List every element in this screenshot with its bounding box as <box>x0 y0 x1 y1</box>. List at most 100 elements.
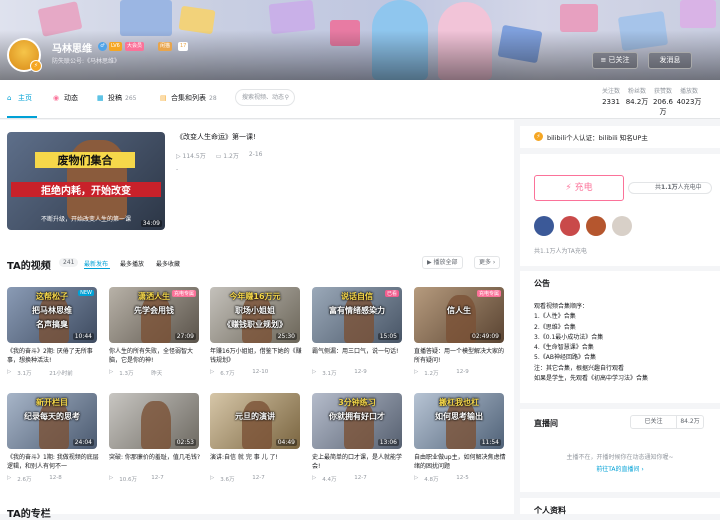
thumb-caption: 名声搞臭 <box>36 320 68 329</box>
video-thumbnail[interactable]: 新开栏目 纪录每天的思考 24:04 <box>7 393 97 449</box>
video-duration: 34:09 <box>140 220 162 227</box>
video-duration: 15:05 <box>377 333 399 340</box>
play-icon: ▷ <box>7 475 12 481</box>
sort-most-favorited[interactable]: 最多收藏 <box>156 259 180 268</box>
user-avatar[interactable]: ⚡ <box>7 38 42 72</box>
tab-uploads[interactable]: ▦ 投稿 265 <box>97 93 136 103</box>
more-videos-button[interactable]: 更多 › <box>474 256 501 269</box>
sort-latest[interactable]: 最新发布 <box>84 259 108 268</box>
featured-video-desc: - <box>176 166 179 173</box>
notice-line: 4.《生命智慧课》合集 <box>534 344 594 352</box>
video-title[interactable]: 《我的奋斗》2期: 厌倦了无所事事，想换种活法! <box>7 347 99 365</box>
thumb-caption: 如何思考输出 <box>435 412 483 421</box>
presenter-figure <box>344 295 374 343</box>
video-date: 12-5 <box>456 475 469 481</box>
play-icon: ▷ <box>312 369 317 375</box>
collection-icon: ▤ <box>160 94 167 102</box>
live-follow-button[interactable]: 已关注 84.2万 <box>630 415 704 429</box>
tab-collections[interactable]: ▤ 合集和列表 28 <box>160 93 217 103</box>
video-tag: 充电专属 <box>476 290 501 297</box>
video-meta: ▷ 3.1万 12-9 <box>312 369 404 377</box>
video-views: 3.1万 <box>322 371 337 377</box>
charger-avatars <box>534 216 632 236</box>
video-title[interactable]: 演讲:自信 就 完 事 儿 了! <box>210 453 302 471</box>
tab-dynamic[interactable]: ◉ 动态 <box>53 93 78 103</box>
video-thumbnail[interactable]: 今年赚16万元 职场小姐姐 《赚钱职业规划》 25:30 <box>210 287 300 343</box>
space-search-input[interactable]: 搜索视频、动态 ⚲ <box>235 89 295 106</box>
video-meta: ▷ 6.7万 12-10 <box>210 369 302 377</box>
video-title[interactable]: 直播答疑：用一个模型解决大家的所有疑问! <box>414 347 506 365</box>
video-title[interactable]: 年赚16万小姐姐，借鉴下她的《赚钱规划》 <box>210 347 302 365</box>
video-icon: ▦ <box>97 94 104 102</box>
play-all-button[interactable]: ▶ 播放全部 <box>422 256 463 269</box>
video-tag: NEW <box>78 290 94 296</box>
video-meta: ▷ 10.6万 12-7 <box>109 475 201 483</box>
thumb-caption: 纪录每天的思考 <box>24 412 80 421</box>
charge-card: ⚡ 充电 共1.1万人充电中 共1.1万人为TA充电 <box>520 154 720 266</box>
charger-avatar[interactable] <box>586 216 606 236</box>
video-thumbnail[interactable]: 这帮松子 把马林思维 名声搞臭 NEW 10:44 <box>7 287 97 343</box>
thumb-caption: 今年赚16万元 <box>229 292 281 301</box>
stat-fans[interactable]: 粉丝数 84.2万 <box>624 87 650 117</box>
live-title: 直播间 <box>534 419 558 428</box>
charge-count: 共1.1万人充电中 <box>628 182 712 194</box>
live-desc: 主播不在，开播时候你在动态通知你喔~ <box>566 454 674 461</box>
charge-footer: 共1.1万人为TA充电 <box>534 248 587 255</box>
message-button[interactable]: 发消息 <box>648 52 692 69</box>
bilibili-badge-icon: ⚡ <box>534 132 543 141</box>
fan-medal-name[interactable]: 闲猫 <box>158 42 173 51</box>
search-icon[interactable]: ⚲ <box>285 90 289 105</box>
video-meta: ▷ 3.1万 21小时前 <box>7 369 99 377</box>
video-date: 12-10 <box>252 369 269 375</box>
stat-following[interactable]: 关注数 2331 <box>598 87 624 117</box>
live-card: 直播间 已关注 84.2万 主播不在，开播时候你在动态通知你喔~ 前往TA的直播… <box>520 409 720 492</box>
charge-button[interactable]: ⚡ 充电 <box>534 175 624 201</box>
video-title[interactable]: 突破: 你那廉价的羞耻，值几毛钱? <box>109 453 201 471</box>
thumb-caption: 你就拥有好口才 <box>329 412 385 421</box>
play-icon: ▷ <box>210 369 215 375</box>
featured-video-title[interactable]: 《改变人生命运》第一课! <box>176 132 256 142</box>
video-duration: 10:44 <box>72 333 94 340</box>
live-link[interactable]: 前往TA的直播间 › <box>520 464 720 473</box>
video-thumbnail[interactable]: 元旦的演讲 04:49 <box>210 393 300 449</box>
video-tag: 已看 <box>384 290 399 297</box>
dynamic-icon: ◉ <box>53 94 60 102</box>
video-duration: 02:53 <box>174 439 196 446</box>
videos-count: 241 <box>59 258 79 267</box>
video-title[interactable]: 《我的奋斗》1期: 我做视频的底层逻辑，和别人有何不一 <box>7 453 99 471</box>
video-thumbnail[interactable]: 潇洒人生 先学会用钱 充电专属 27:09 <box>109 287 199 343</box>
videos-section-title: TA的视频 <box>7 261 51 272</box>
sort-most-played[interactable]: 最多播放 <box>120 259 144 268</box>
video-title[interactable]: 自由职业做up主，如何解决焦虑情绪的困扰问题 <box>414 453 506 471</box>
thumb-caption-1: 废物们集合 <box>35 152 135 168</box>
vip-badge[interactable]: 大会员 <box>125 42 145 51</box>
video-views: 1.2万 <box>424 371 439 377</box>
notice-line: 注：其它合集，根据兴趣自行观看 <box>534 364 625 372</box>
thumb-caption: 富有情绪感染力 <box>329 306 385 315</box>
video-title[interactable]: 霸气侧漏：用三口气，说一句话! <box>312 347 404 365</box>
featured-video-thumbnail[interactable]: 废物们集合 拒绝内耗，开始改变 不断升级，开始改变人生的第一课 34:09 <box>7 132 165 230</box>
charger-avatar[interactable] <box>534 216 554 236</box>
presenter-figure <box>141 295 171 343</box>
video-date: 12-7 <box>354 475 367 481</box>
play-icon: ▷ <box>414 369 419 375</box>
sort-indicator <box>84 268 110 269</box>
notice-line: 2.《思维》合集 <box>534 323 576 331</box>
video-thumbnail[interactable]: 3分钟练习 你就拥有好口才 13:06 <box>312 393 402 449</box>
video-date: 12-7 <box>151 475 164 481</box>
charger-avatar[interactable] <box>560 216 580 236</box>
video-title[interactable]: 你人生的所有失败，全怪弱智大脑，它是你的神! <box>109 347 201 365</box>
video-thumbnail[interactable]: 信人生 充电专属 02:49:09 <box>414 287 504 343</box>
video-thumbnail[interactable]: 搬杠我也杠 如何思考输出 11:54 <box>414 393 504 449</box>
tab-home[interactable]: ⌂ 主页 <box>7 93 32 103</box>
video-title[interactable]: 史上最简单的口才课，是人就能学会! <box>312 453 404 471</box>
cert-text: bilibili个人认证：bilibili 知名UP主 <box>547 134 648 142</box>
charger-avatar[interactable] <box>612 216 632 236</box>
video-views: 3.1万 <box>17 371 32 377</box>
presenter-figure <box>446 401 476 449</box>
presenter-figure <box>141 401 171 449</box>
follow-button[interactable]: ≡ 已关注 <box>592 52 638 69</box>
video-thumbnail[interactable]: 说话自信 富有情绪感染力 已看 15:05 <box>312 287 402 343</box>
video-thumbnail[interactable]: 02:53 <box>109 393 199 449</box>
video-views: 10.6万 <box>119 477 137 483</box>
